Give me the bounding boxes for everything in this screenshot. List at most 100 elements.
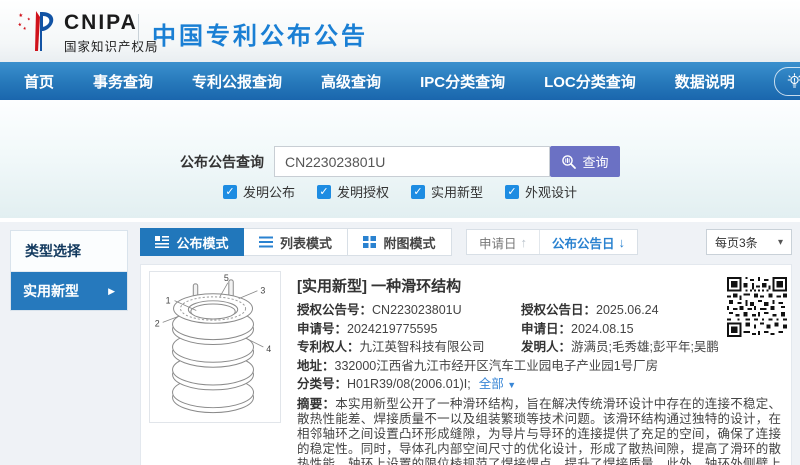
arrow-right-icon: ▶ (108, 285, 115, 296)
tab-label: 列表模式 (279, 235, 332, 251)
sort-label: 公布公告日 (552, 236, 615, 251)
filter-design[interactable]: ✓ 外观设计 (505, 182, 577, 201)
figure-label: 2 (155, 318, 160, 328)
sidebar-item-label: 实用新型 (23, 283, 79, 299)
field-row: 分类号： H01R39/08(2006.01)I; 全部 ▼ (297, 376, 781, 393)
dropdown-arrow-icon: ▼ (507, 380, 517, 390)
checkbox-checked-icon[interactable]: ✓ (316, 184, 331, 199)
sidebar-item-utility-model[interactable]: 实用新型 ▶ (11, 272, 127, 310)
page-size-select[interactable]: 每页3条 ▾ (706, 229, 792, 255)
nav-item-home[interactable]: 首页 (24, 71, 54, 92)
logo-acronym: CNIPA (64, 11, 138, 34)
sort-down-icon: ↓ (618, 234, 626, 250)
type-filter-sidebar: 类型选择 实用新型 ▶ (10, 230, 128, 311)
field-row: 地址： 332000江西省九江市经开区汽车工业园电子产业园1号厂房 (297, 358, 781, 374)
tab-label: 公布模式 (176, 235, 229, 251)
nav-item-loc-query[interactable]: LOC分类查询 (544, 71, 636, 92)
checkbox-checked-icon[interactable]: ✓ (411, 184, 425, 199)
logo-text: CNIPA 国家知识产权局 (64, 12, 159, 55)
nav-item-ipc-query[interactable]: IPC分类查询 (420, 71, 505, 92)
application-no-value: 2024219775595 (347, 321, 438, 336)
inventors-label: 发明人： (521, 340, 572, 354)
patent-figure[interactable]: 1 2 3 4 5 (149, 271, 281, 423)
results-toolbar: 公布模式 列表模式 附图模式 申请日 ↑ 公布公告日 ↓ 每页3条 ▾ (140, 228, 792, 256)
filter-invention-publication[interactable]: ✓ 发明公布 (222, 182, 295, 201)
page-size-value: 每页3条 (715, 235, 758, 250)
filter-label: 外观设计 (525, 185, 578, 200)
chevron-down-icon: ▾ (777, 236, 783, 248)
header-divider (138, 14, 139, 48)
field-row: 专利权人： 九江英智科技有限公司 发明人： 游满员;毛秀雄;彭平年;吴鹏 (297, 339, 781, 355)
magnifier-icon (562, 154, 577, 169)
cnipa-logo-icon (17, 11, 54, 51)
header: CNIPA 国家知识产权局 中国专利公布公告 (0, 0, 800, 62)
nav-item-advanced-query[interactable]: 高级查询 (321, 71, 381, 92)
filter-row: ✓ 发明公布 ✓ 发明授权 ✓ 实用新型 ✓ 外观设计 (0, 182, 800, 201)
filter-utility-model[interactable]: ✓ 实用新型 (411, 182, 483, 201)
page-title: 中国专利公布公告 (152, 23, 368, 50)
publication-search-input[interactable] (274, 146, 550, 177)
figure-mode-icon (363, 236, 377, 248)
application-date-value: 2024.08.15 (571, 321, 634, 336)
sort-label: 申请日 (479, 236, 517, 251)
ipc-all-link[interactable]: 全部 ▼ (479, 376, 516, 393)
figure-label: 1 (166, 296, 171, 306)
address-value: 332000江西省九江市经开区汽车工业园电子产业园1号厂房 (334, 358, 659, 373)
nav-item-transaction-query[interactable]: 事务查询 (93, 71, 153, 92)
patent-abstract: 摘要：本实用新型公开了一种滑环结构，旨在解决传统滑环设计中存在的连接不稳定、散热… (297, 397, 781, 465)
abstract-text: 本实用新型公开了一种滑环结构，旨在解决传统滑环设计中存在的连接不稳定、散热性能差… (297, 397, 781, 465)
address-label: 地址： (297, 358, 335, 373)
tab-label: 附图模式 (383, 235, 436, 251)
sort-up-icon: ↑ (520, 234, 528, 250)
application-no-label: 申请号： (297, 321, 348, 336)
search-row: 公布公告查询 查询 (0, 146, 800, 177)
logo-org-name: 国家知识产权局 (64, 40, 159, 54)
patentee-value: 九江英智科技有限公司 (359, 340, 485, 354)
inventors-value: 游满员;毛秀雄;彭平年;吴鹏 (571, 340, 719, 354)
filter-invention-grant[interactable]: ✓ 发明授权 (316, 182, 389, 201)
search-label: 公布公告查询 (180, 153, 264, 170)
slip-ring-drawing: 1 2 3 4 5 (155, 273, 271, 414)
main-nav: 首页 事务查询 专利公报查询 高级查询 IPC分类查询 LOC分类查询 数据说明 (0, 62, 800, 100)
lightbulb-icon (787, 73, 800, 88)
tab-list-mode[interactable]: 列表模式 (244, 228, 348, 256)
search-button[interactable]: 查询 (550, 146, 620, 177)
checkbox-checked-icon[interactable]: ✓ (222, 184, 237, 199)
nav-item-data-description[interactable]: 数据说明 (675, 71, 735, 92)
patent-details: [实用新型] 一种滑环结构 授权公告号： CN223023801U 授权公告日：… (297, 273, 787, 465)
qr-code (727, 277, 787, 337)
patentee-label: 专利权人： (297, 340, 360, 354)
grant-no-value: CN223023801U (372, 303, 462, 317)
patent-result-card: 1 2 3 4 5 [实用新型] 一种滑环结构 授权公告号： CN2230238… (140, 264, 792, 465)
sort-by-application-date[interactable]: 申请日 ↑ (467, 230, 539, 254)
sidebar-title: 类型选择 (11, 231, 127, 272)
grant-no-label: 授权公告号： (297, 303, 373, 317)
filter-label: 发明公布 (242, 185, 295, 200)
figure-label: 4 (266, 344, 271, 354)
patent-title-text: 一种滑环结构 (371, 278, 462, 295)
ipc-value: H01R39/08(2006.01)I; (347, 377, 471, 391)
field-row: 申请号： 2024219775595 申请日： 2024.08.15 (297, 321, 781, 337)
content-area: 类型选择 实用新型 ▶ 公布模式 列表模式 附图模式 申请日 ↑ 公布公告日 ↓… (0, 222, 800, 465)
figure-label: 3 (260, 286, 265, 296)
nav-item-gazette-query[interactable]: 专利公报查询 (192, 71, 282, 92)
field-row: 授权公告号： CN223023801U 授权公告日： 2025.06.24 (297, 302, 781, 318)
patent-announcement-page: CNIPA 国家知识产权局 中国专利公布公告 首页 事务查询 专利公报查询 高级… (0, 0, 800, 465)
checkbox-checked-icon[interactable]: ✓ (505, 184, 520, 199)
patent-field-rows: 授权公告号： CN223023801U 授权公告日： 2025.06.24 申请… (297, 302, 781, 393)
abstract-label: 摘要： (297, 397, 336, 411)
grant-date-value: 2025.06.24 (596, 303, 659, 317)
publication-mode-icon (155, 236, 170, 248)
figure-label: 5 (224, 273, 229, 283)
filter-label: 发明授权 (336, 185, 389, 200)
tab-figure-mode[interactable]: 附图模式 (348, 228, 452, 256)
sort-by-publication-date[interactable]: 公布公告日 ↓ (539, 230, 637, 254)
usage-help-button[interactable]: 使用说明 (773, 66, 800, 96)
tab-publication-mode[interactable]: 公布模式 (140, 228, 244, 256)
results-main: 公布模式 列表模式 附图模式 申请日 ↑ 公布公告日 ↓ 每页3条 ▾ 1 2 … (140, 228, 792, 465)
grant-date-label: 授权公告日： (521, 303, 597, 317)
sort-controls: 申请日 ↑ 公布公告日 ↓ (466, 229, 639, 255)
patent-title[interactable]: [实用新型] 一种滑环结构 (297, 273, 781, 296)
list-mode-icon (258, 236, 273, 248)
search-section: 公布公告查询 查询 ✓ 发明公布 ✓ 发明授权 (0, 100, 800, 218)
